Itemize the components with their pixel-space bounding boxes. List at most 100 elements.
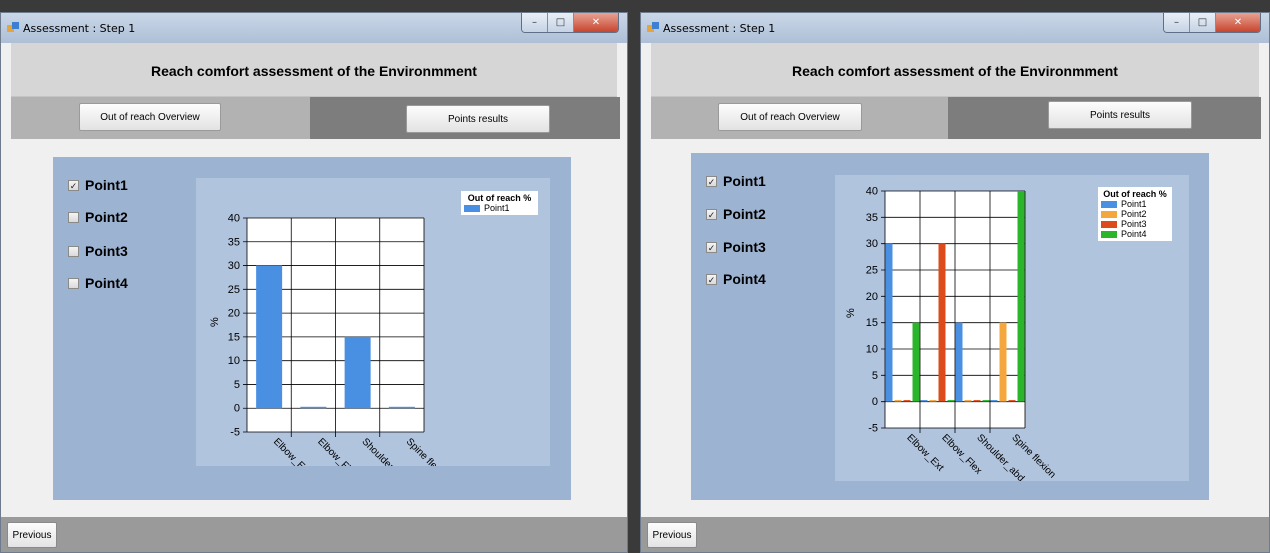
checkbox-point1[interactable]: ✓ Point1	[706, 173, 766, 189]
y-tick-label: 35	[228, 236, 240, 248]
legend-item: Point4	[1101, 229, 1169, 239]
y-tick-label: 25	[228, 284, 240, 296]
results-panel: ✓ Point1 Point2 Point3 Point4 40 35 30 25 20 1…	[53, 157, 571, 500]
bar	[920, 400, 928, 402]
checkbox-point1[interactable]: ✓ Point1	[68, 177, 128, 193]
legend-item: Point1	[1101, 199, 1169, 209]
tab-points-area: Points results	[310, 97, 620, 139]
tab-points-button[interactable]: Points results	[406, 105, 550, 133]
checkbox-box[interactable]	[68, 245, 79, 257]
tab-overview-area: Out of reach Overview	[651, 97, 948, 139]
y-tick-label: 5	[872, 370, 878, 382]
y-tick-label: 25	[866, 265, 878, 277]
y-tick-label: 15	[228, 331, 240, 343]
title-bar: Assessment : Step 1 – □ ✕	[1, 13, 627, 43]
x-tick-label: Elbow_Flex	[315, 436, 359, 466]
maximize-icon[interactable]: □	[548, 13, 574, 32]
close-icon[interactable]: ✕	[1216, 13, 1260, 32]
assessment-window-right: Assessment : Step 1 – □ ✕ Reach comfort …	[640, 12, 1270, 553]
tab-overview-area: Out of reach Overview	[11, 97, 310, 139]
checkbox-box[interactable]: ✓	[706, 175, 717, 187]
bar	[1008, 400, 1016, 402]
results-panel: ✓ Point1 ✓ Point2 ✓ Point3 ✓ Point4 40 35 30 25…	[691, 153, 1209, 500]
checkbox-box[interactable]	[68, 211, 79, 223]
y-tick-label: 0	[872, 396, 878, 408]
page-title: Reach comfort assessment of the Environm…	[792, 63, 1118, 79]
assessment-window-left: Assessment : Step 1 – □ ✕ Reach comfort …	[0, 12, 628, 553]
legend-item: Point3	[1101, 219, 1169, 229]
y-tick-label: -5	[868, 423, 878, 435]
y-tick-label: -5	[230, 427, 240, 439]
y-tick-label: 5	[234, 379, 240, 391]
y-axis-label: %	[845, 308, 857, 318]
legend-label: Point2	[1121, 209, 1147, 219]
checkbox-box[interactable]: ✓	[706, 241, 717, 253]
footer-bar: Previous	[1, 517, 627, 552]
previous-button[interactable]: Previous	[7, 522, 57, 548]
footer-bar: Previous	[641, 517, 1269, 552]
y-tick-label: 35	[866, 212, 878, 224]
legend-item: Point2	[1101, 209, 1169, 219]
checkbox-point3[interactable]: Point3	[68, 243, 128, 259]
bar	[885, 243, 893, 402]
checkbox-box[interactable]: ✓	[706, 273, 717, 285]
checkbox-point2[interactable]: Point2	[68, 209, 128, 225]
bar	[344, 336, 371, 409]
y-tick-label: 10	[866, 344, 878, 356]
bar	[1017, 191, 1025, 402]
bar	[990, 400, 998, 402]
page-title: Reach comfort assessment of the Environm…	[151, 63, 477, 79]
legend-label: Point3	[1121, 219, 1147, 229]
bar	[903, 400, 911, 402]
legend-label: Point1	[1121, 199, 1147, 209]
checkbox-point4[interactable]: Point4	[68, 275, 128, 291]
y-tick-label: 30	[866, 238, 878, 250]
bar	[894, 400, 902, 402]
tab-points-button[interactable]: Points results	[1048, 101, 1192, 129]
chart-area: 40 35 30 25 20 15 10 5 0 -5 Elbow_Ext Elbow_Flex Sho…	[196, 178, 550, 488]
bar	[300, 406, 327, 409]
checkbox-box[interactable]: ✓	[68, 179, 79, 191]
chart-legend: Out of reach % Point1	[461, 191, 538, 215]
legend-title: Out of reach %	[467, 193, 532, 203]
checkbox-box[interactable]: ✓	[706, 208, 717, 220]
tab-strip: Out of reach Overview Points results	[651, 97, 1261, 139]
y-tick-label: 15	[866, 317, 878, 329]
checkbox-box[interactable]	[68, 277, 79, 289]
y-tick-label: 20	[866, 291, 878, 303]
checkbox-point3[interactable]: ✓ Point3	[706, 239, 766, 255]
legend-swatch	[1101, 220, 1117, 228]
maximize-icon[interactable]: □	[1190, 13, 1216, 32]
bar	[982, 400, 990, 402]
y-tick-label: 0	[234, 403, 240, 415]
minimize-icon[interactable]: –	[522, 13, 548, 32]
bar	[973, 400, 981, 402]
y-tick-label: 10	[228, 355, 240, 367]
window-controls: – □ ✕	[1163, 13, 1261, 33]
tab-strip: Out of reach Overview Points results	[11, 97, 620, 139]
close-icon[interactable]: ✕	[574, 13, 618, 32]
y-tick-label: 40	[866, 186, 878, 198]
y-tick-label: 20	[228, 308, 240, 320]
y-axis-label: %	[209, 317, 221, 327]
checkbox-label: Point2	[85, 209, 128, 225]
checkbox-point4[interactable]: ✓ Point4	[706, 271, 766, 287]
x-tick-label: Spine flexion	[404, 436, 452, 466]
bar	[256, 265, 283, 409]
chart-legend: Out of reach % Point1 Point2 Point3 Poin…	[1098, 187, 1172, 241]
bar	[938, 243, 946, 402]
page-header: Reach comfort assessment of the Environm…	[11, 43, 617, 97]
x-tick-label: Shoulder_abd	[360, 436, 412, 466]
checkbox-point2[interactable]: ✓ Point2	[706, 206, 766, 222]
tab-overview-button[interactable]: Out of reach Overview	[79, 103, 221, 131]
bar	[388, 406, 415, 409]
tab-overview-button[interactable]: Out of reach Overview	[718, 103, 862, 131]
chart-area: 40 35 30 25 20 15 10 5 0 -5 Elbow_Ext Elbow_Flex Sho…	[835, 175, 1189, 484]
checkbox-label: Point3	[85, 243, 128, 259]
minimize-icon[interactable]: –	[1164, 13, 1190, 32]
previous-button[interactable]: Previous	[647, 522, 697, 548]
checkbox-label: Point4	[723, 271, 766, 287]
window-title: Assessment : Step 1	[663, 22, 776, 35]
tab-points-area: Points results	[948, 97, 1261, 139]
bar	[929, 400, 937, 402]
